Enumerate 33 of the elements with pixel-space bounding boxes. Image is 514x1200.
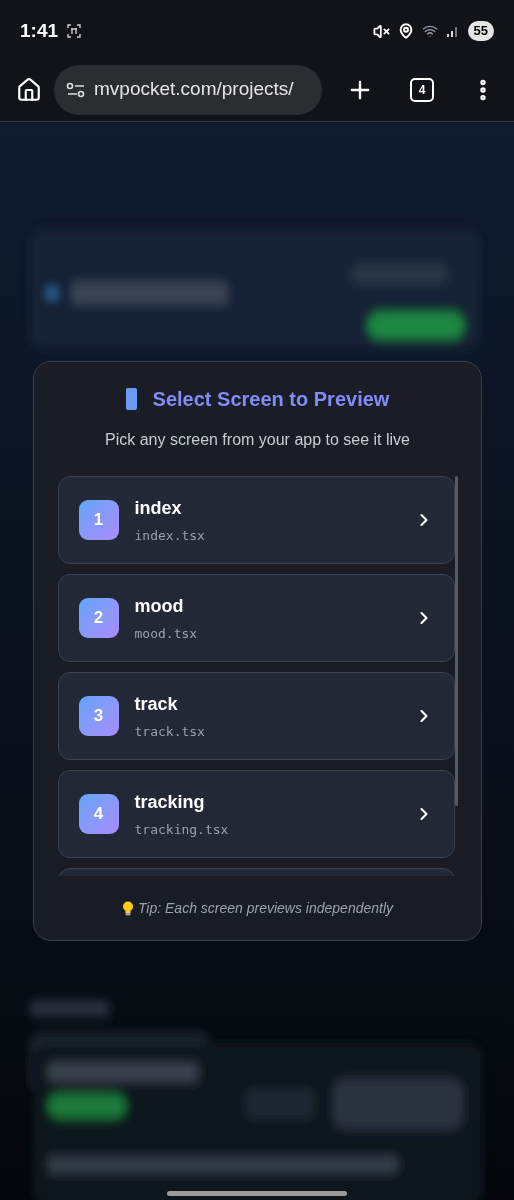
screen-name: mood (134, 594, 185, 618)
screen-file: index.tsx (134, 526, 206, 545)
screen-file: track.tsx (134, 722, 206, 741)
screen-number: 4 (78, 794, 119, 834)
tab-count[interactable]: 4 (410, 77, 434, 102)
url-text: mvpocket.com/projects/ (94, 77, 294, 102)
phone-icon (125, 388, 137, 410)
battery-level: 55 (467, 21, 494, 41)
screen-file: tracking.tsx (134, 820, 230, 839)
wifi-icon (421, 23, 438, 39)
home-icon[interactable] (16, 76, 42, 103)
screen-name: tracking (134, 790, 206, 814)
screen-number: 2 (78, 598, 119, 638)
address-bar[interactable]: mvpocket.com/projects/ (54, 64, 322, 115)
location-icon (397, 23, 414, 39)
screen-item[interactable]: 4 tracking tracking.tsx (57, 770, 455, 858)
screen-item[interactable]: 2 mood mood.tsx (57, 574, 455, 662)
screen-item[interactable]: 3 track track.tsx (57, 672, 455, 760)
screen-file: mood.tsx (134, 624, 199, 643)
lightbulb-icon (121, 901, 134, 916)
screen-number: 1 (78, 500, 119, 540)
screen-name: track (134, 692, 179, 716)
clock-time: 1:41 (20, 18, 59, 43)
screenshot-icon (66, 23, 83, 39)
signal-icon (445, 24, 460, 38)
dialog-title: Select Screen to Preview (152, 389, 390, 409)
mute-icon (372, 22, 390, 40)
screen-number: 3 (78, 696, 119, 736)
tip-text: Tip: Each screen previews independently (137, 899, 394, 918)
site-settings-icon (66, 81, 86, 98)
dialog-subtitle: Pick any screen from your app to see it live (105, 430, 410, 450)
screen-name: index (134, 496, 183, 520)
screen-item[interactable]: 1 index index.tsx (57, 476, 455, 564)
